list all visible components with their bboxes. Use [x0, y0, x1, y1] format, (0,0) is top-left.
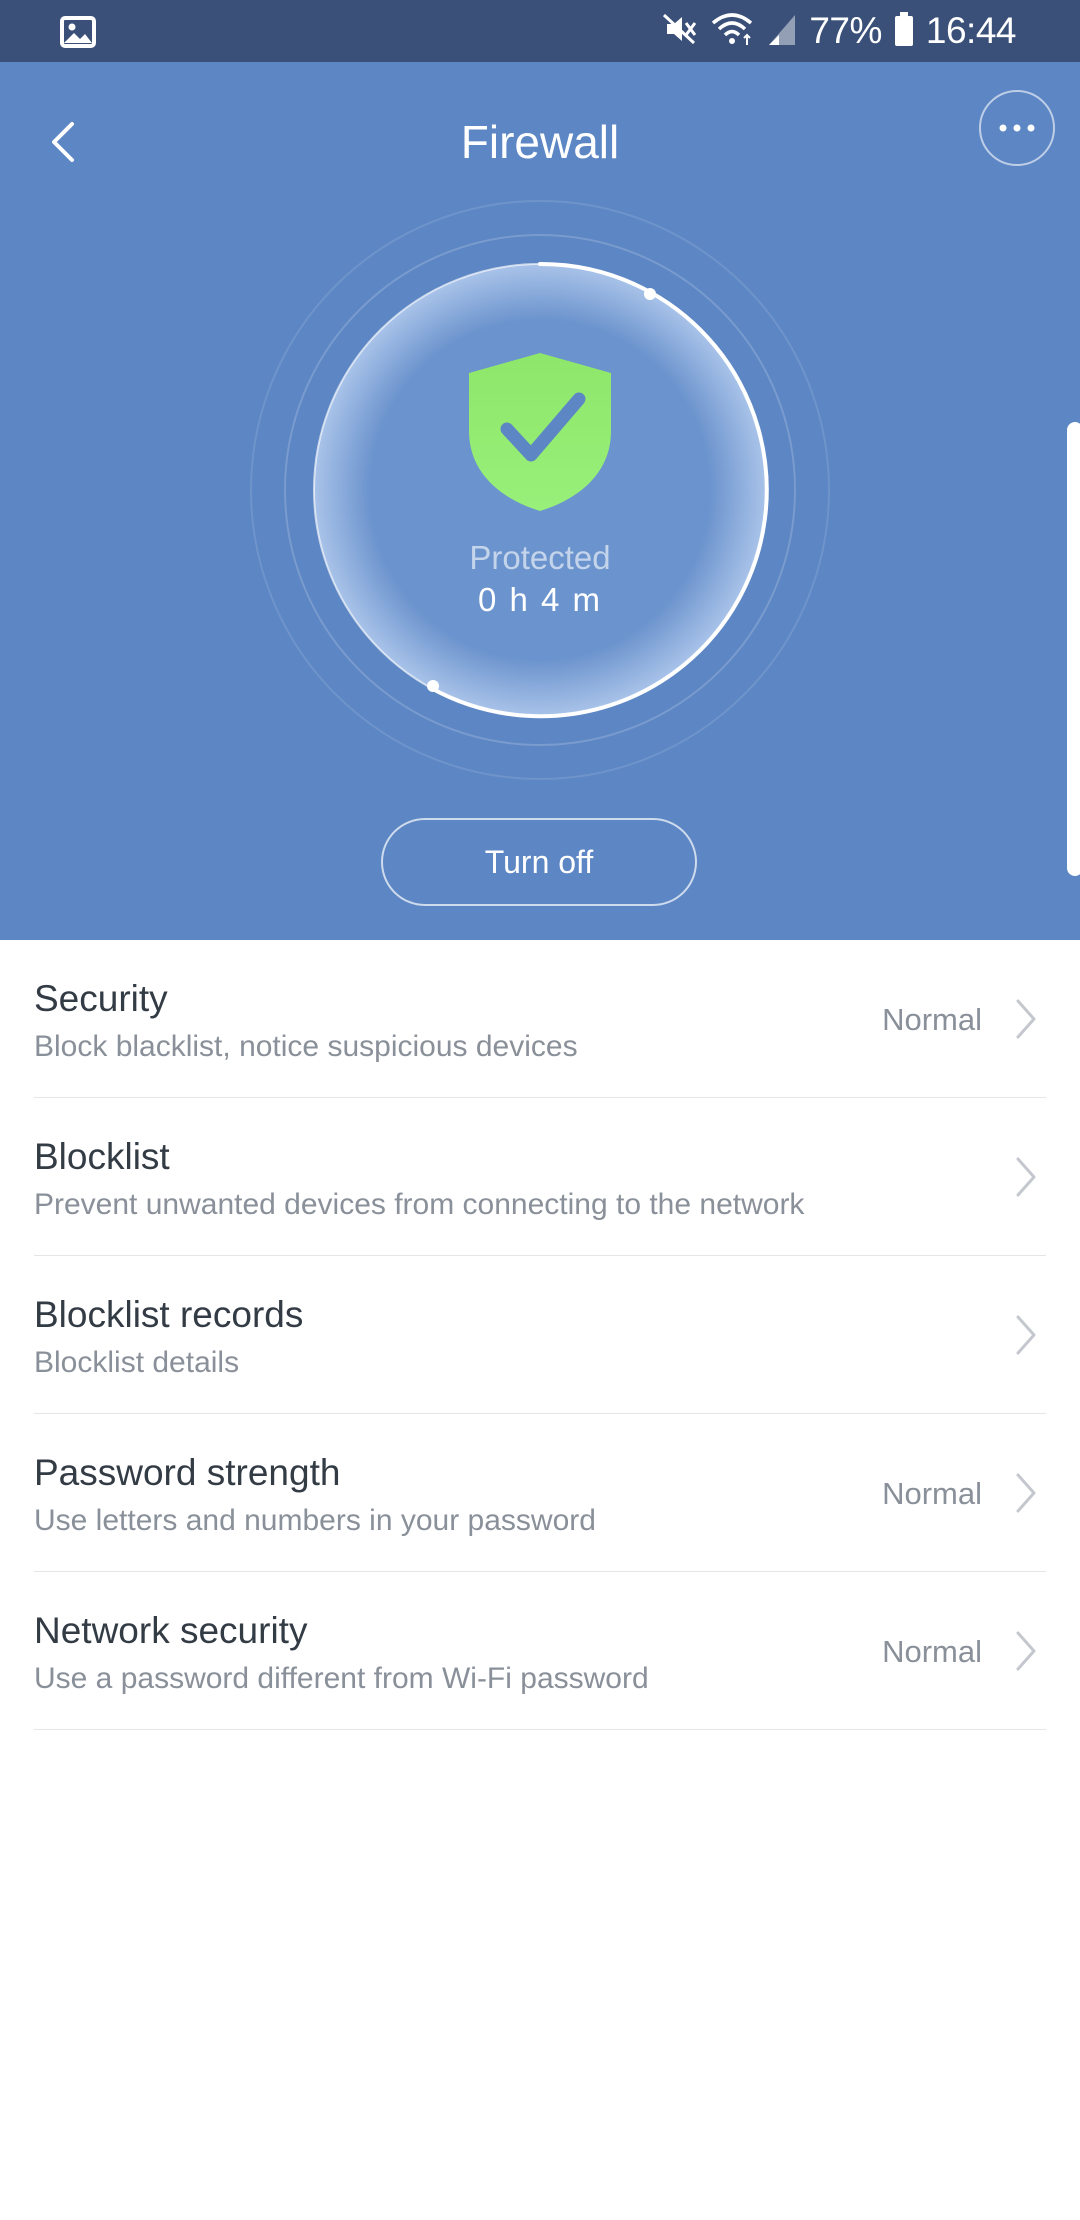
arc-dot-bottom — [427, 680, 439, 692]
chevron-right-icon — [1016, 1157, 1036, 1197]
turn-off-button[interactable]: Turn off — [381, 818, 697, 906]
network-security-item[interactable]: Network security Use a password differen… — [34, 1572, 1046, 1730]
firewall-header: Firewall Protected 0 h 4 m Turn off — [0, 62, 1080, 940]
chevron-right-icon — [1016, 1631, 1036, 1671]
battery-percent: 77% — [809, 10, 882, 51]
protection-status: Protected — [469, 539, 611, 576]
chevron-right-icon — [1016, 1473, 1036, 1513]
item-title: Blocklist records — [34, 1294, 304, 1335]
clock: 16:44 — [925, 10, 1017, 51]
security-item[interactable]: Security Block blacklist, notice suspici… — [34, 940, 1046, 1098]
mute-icon — [661, 11, 697, 52]
item-title: Security — [34, 978, 168, 1019]
protected-duration: 0 h 4 m — [477, 581, 603, 618]
status-icons: 77% 16:44 — [661, 8, 1017, 54]
item-title: Blocklist — [34, 1136, 170, 1177]
item-value: Normal — [882, 1476, 982, 1511]
chevron-right-icon — [1016, 999, 1036, 1039]
blocklist-item[interactable]: Blocklist Prevent unwanted devices from … — [34, 1098, 1046, 1256]
password-strength-item[interactable]: Password strength Use letters and number… — [34, 1414, 1046, 1572]
signal-icon — [767, 11, 797, 52]
item-title: Network security — [34, 1610, 308, 1651]
gallery-icon — [60, 16, 96, 53]
arc-dot-top — [644, 288, 656, 300]
item-title: Password strength — [34, 1452, 341, 1493]
wifi-icon — [709, 11, 755, 52]
item-value: Normal — [882, 1002, 982, 1037]
status-bar: 77% 16:44 — [0, 0, 1080, 62]
battery-icon — [894, 11, 914, 52]
item-subtitle: Block blacklist, notice suspicious devic… — [34, 1030, 578, 1063]
scroll-handle[interactable] — [1067, 422, 1080, 876]
shield-check-icon — [467, 351, 613, 518]
item-subtitle: Use a password different from Wi-Fi pass… — [34, 1662, 649, 1695]
item-subtitle: Use letters and numbers in your password — [34, 1504, 596, 1537]
blocklist-records-item[interactable]: Blocklist records Blocklist details — [34, 1256, 1046, 1414]
item-subtitle: Blocklist details — [34, 1346, 240, 1379]
item-value: Normal — [882, 1634, 982, 1669]
settings-list: Security Block blacklist, notice suspici… — [0, 940, 1080, 1730]
chevron-right-icon — [1016, 1315, 1036, 1355]
item-subtitle: Prevent unwanted devices from connecting… — [34, 1188, 805, 1221]
